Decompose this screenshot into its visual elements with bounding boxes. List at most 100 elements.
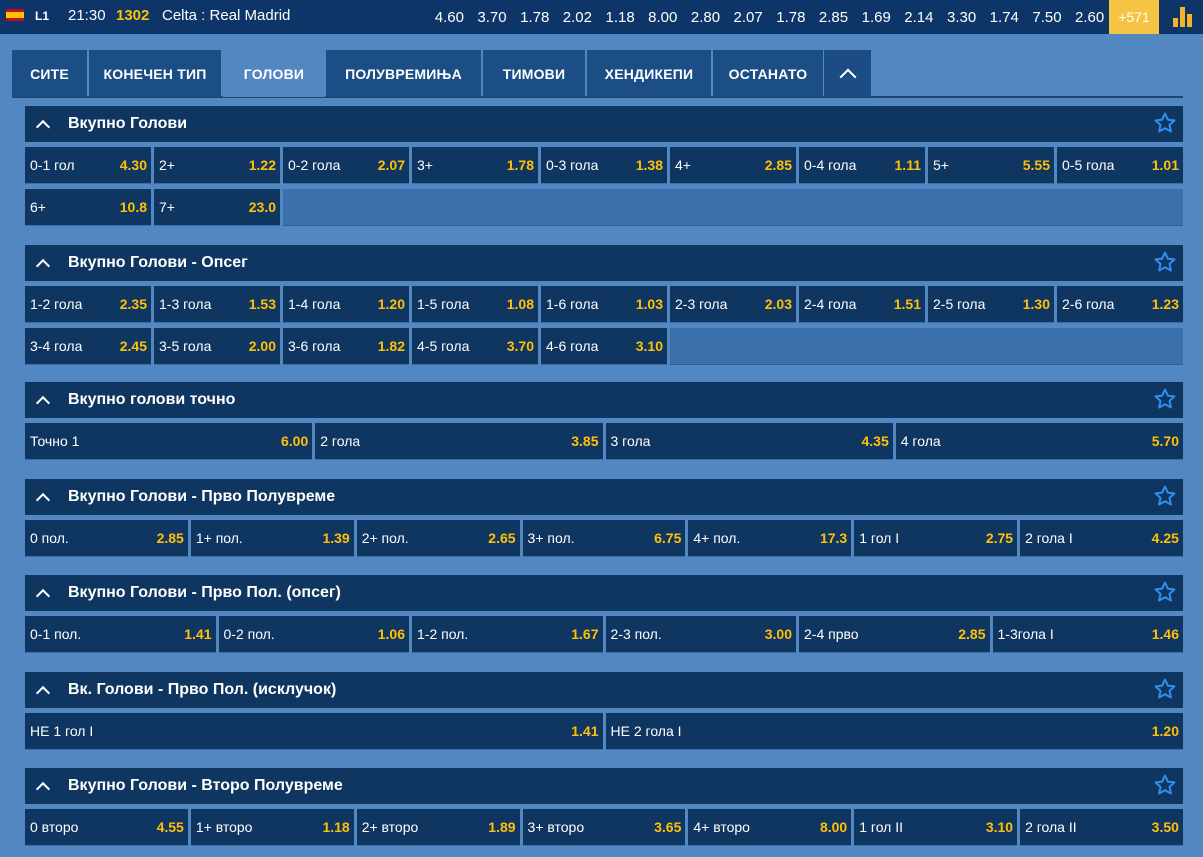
chevron-up-icon[interactable] xyxy=(35,685,51,700)
odds-button[interactable]: 3+ пол. 6.75 xyxy=(522,520,686,557)
odds-button[interactable]: 0-2 пол. 1.06 xyxy=(218,616,409,653)
match-odd-3[interactable]: 1.78 xyxy=(513,9,556,26)
odds-button[interactable]: 2-4 гола 1.51 xyxy=(799,286,925,323)
market-header[interactable]: Вкупно голови точно xyxy=(25,382,1183,418)
odds-button[interactable]: 0 второ 4.55 xyxy=(25,809,188,846)
odds-button[interactable]: 2+ 1.22 xyxy=(154,147,280,184)
odds-button[interactable]: 1 гол II 3.10 xyxy=(854,809,1018,846)
odds-button[interactable]: 0-2 гола 2.07 xyxy=(283,147,409,184)
match-odd-16[interactable]: 2.60 xyxy=(1068,9,1111,26)
odds-button[interactable]: 3-4 гола 2.45 xyxy=(25,328,151,365)
favorite-star-icon[interactable] xyxy=(1153,387,1177,411)
chevron-up-icon[interactable] xyxy=(35,781,51,796)
odds-button[interactable]: 0-5 гола 1.01 xyxy=(1057,147,1183,184)
market-header[interactable]: Вкупно Голови - Второ Полувреме xyxy=(25,768,1183,804)
match-odd-14[interactable]: 1.74 xyxy=(983,9,1026,26)
market-header[interactable]: Вк. Голови - Прво Пол. (исклучок) xyxy=(25,672,1183,708)
market-header[interactable]: Вкупно Голови - Прво Полувреме xyxy=(25,479,1183,515)
odds-button[interactable]: НЕ 1 гол I 1.41 xyxy=(25,713,603,750)
odds-button[interactable]: 0 пол. 2.85 xyxy=(25,520,188,557)
market-header[interactable]: Вкупно Голови - Прво Пол. (опсег) xyxy=(25,575,1183,611)
match-odd-12[interactable]: 2.14 xyxy=(898,9,941,26)
odds-button[interactable]: 1 гол I 2.75 xyxy=(854,520,1018,557)
statistics-icon[interactable] xyxy=(1172,7,1194,27)
odds-button[interactable]: 4-5 гола 3.70 xyxy=(412,328,538,365)
odds-button[interactable]: 0-4 гола 1.11 xyxy=(799,147,925,184)
match-odd-9[interactable]: 1.78 xyxy=(770,9,813,26)
odds-button[interactable]: 4-6 гола 3.10 xyxy=(541,328,667,365)
chevron-up-icon[interactable] xyxy=(35,588,51,603)
odds-button[interactable]: 2-5 гола 1.30 xyxy=(928,286,1054,323)
match-odd-4[interactable]: 2.02 xyxy=(556,9,599,26)
collapse-tabs-button[interactable] xyxy=(824,50,871,97)
odds-button[interactable]: 0-1 гол 4.30 xyxy=(25,147,151,184)
tab-4[interactable]: ПОЛУВРЕМИЊА xyxy=(326,50,481,97)
chevron-up-icon[interactable] xyxy=(35,258,51,273)
odds-button[interactable]: 4+ пол. 17.3 xyxy=(688,520,852,557)
odds-button[interactable]: 1-5 гола 1.08 xyxy=(412,286,538,323)
odds-button[interactable]: 3+ 1.78 xyxy=(412,147,538,184)
odds-button[interactable]: 2-4 прво 2.85 xyxy=(799,616,990,653)
odds-button[interactable]: 5+ 5.55 xyxy=(928,147,1054,184)
outcome-label: 3-5 гола xyxy=(159,338,212,354)
market-header[interactable]: Вкупно Голови xyxy=(25,106,1183,142)
odds-button[interactable]: 1+ пол. 1.39 xyxy=(190,520,354,557)
match-odd-5[interactable]: 1.18 xyxy=(599,9,642,26)
tab-3[interactable]: ГОЛОВИ xyxy=(223,50,325,97)
odds-button[interactable]: 2+ пол. 2.65 xyxy=(356,520,520,557)
outcome-odd: 1.53 xyxy=(248,296,276,312)
odds-button[interactable]: 1-6 гола 1.03 xyxy=(541,286,667,323)
match-odd-6[interactable]: 8.00 xyxy=(641,9,684,26)
match-odd-8[interactable]: 2.07 xyxy=(727,9,770,26)
tab-2[interactable]: КОНЕЧЕН ТИП xyxy=(89,50,221,97)
chevron-up-icon[interactable] xyxy=(35,395,51,410)
match-odd-13[interactable]: 3.30 xyxy=(940,9,983,26)
odds-button[interactable]: 2-6 гола 1.23 xyxy=(1057,286,1183,323)
odds-button[interactable]: 1+ второ 1.18 xyxy=(190,809,354,846)
market-header[interactable]: Вкупно Голови - Опсег xyxy=(25,245,1183,281)
chevron-up-icon[interactable] xyxy=(35,119,51,134)
odds-button[interactable]: 2 гола I 4.25 xyxy=(1020,520,1183,557)
tab-6[interactable]: ХЕНДИКЕПИ xyxy=(587,50,711,97)
favorite-star-icon[interactable] xyxy=(1153,580,1177,604)
tab-7[interactable]: ОСТАНАТО xyxy=(713,50,823,97)
favorite-star-icon[interactable] xyxy=(1153,484,1177,508)
odds-button[interactable]: 3 гола 4.35 xyxy=(605,423,893,460)
odds-button[interactable]: 2 гола II 3.50 xyxy=(1020,809,1183,846)
favorite-star-icon[interactable] xyxy=(1153,773,1177,797)
odds-button[interactable]: 4+ второ 8.00 xyxy=(688,809,852,846)
chevron-up-icon[interactable] xyxy=(35,492,51,507)
odds-button[interactable]: 3+ второ 3.65 xyxy=(522,809,686,846)
favorite-star-icon[interactable] xyxy=(1153,677,1177,701)
match-odd-7[interactable]: 2.80 xyxy=(684,9,727,26)
match-odd-1[interactable]: 4.60 xyxy=(428,9,471,26)
odds-button[interactable]: 2-3 гола 2.03 xyxy=(670,286,796,323)
favorite-star-icon[interactable] xyxy=(1153,250,1177,274)
odds-button[interactable]: 2+ второ 1.89 xyxy=(356,809,520,846)
tab-5[interactable]: ТИМОВИ xyxy=(483,50,585,97)
match-odd-15[interactable]: 7.50 xyxy=(1026,9,1069,26)
odds-button[interactable]: 1-2 пол. 1.67 xyxy=(412,616,603,653)
more-markets-button[interactable]: +571 xyxy=(1109,0,1159,34)
favorite-star-icon[interactable] xyxy=(1153,111,1177,135)
odds-button[interactable]: 2-3 пол. 3.00 xyxy=(605,616,796,653)
odds-button[interactable]: 7+ 23.0 xyxy=(154,189,280,226)
odds-button[interactable]: 0-3 гола 1.38 xyxy=(541,147,667,184)
match-odd-10[interactable]: 2.85 xyxy=(812,9,855,26)
odds-button[interactable]: 3-6 гола 1.82 xyxy=(283,328,409,365)
odds-button[interactable]: 4 гола 5.70 xyxy=(895,423,1183,460)
odds-button[interactable]: 1-4 гола 1.20 xyxy=(283,286,409,323)
tab-1[interactable]: СИТЕ xyxy=(12,50,87,97)
odds-button[interactable]: 2 гола 3.85 xyxy=(315,423,603,460)
odds-button[interactable]: 4+ 2.85 xyxy=(670,147,796,184)
odds-button[interactable]: Точно 1 6.00 xyxy=(25,423,313,460)
match-odd-11[interactable]: 1.69 xyxy=(855,9,898,26)
odds-button[interactable]: 3-5 гола 2.00 xyxy=(154,328,280,365)
odds-button[interactable]: 1-3гола I 1.46 xyxy=(992,616,1183,653)
odds-button[interactable]: НЕ 2 гола I 1.20 xyxy=(605,713,1183,750)
match-odd-2[interactable]: 3.70 xyxy=(471,9,514,26)
odds-button[interactable]: 6+ 10.8 xyxy=(25,189,151,226)
odds-button[interactable]: 1-2 гола 2.35 xyxy=(25,286,151,323)
odds-button[interactable]: 0-1 пол. 1.41 xyxy=(25,616,216,653)
odds-button[interactable]: 1-3 гола 1.53 xyxy=(154,286,280,323)
